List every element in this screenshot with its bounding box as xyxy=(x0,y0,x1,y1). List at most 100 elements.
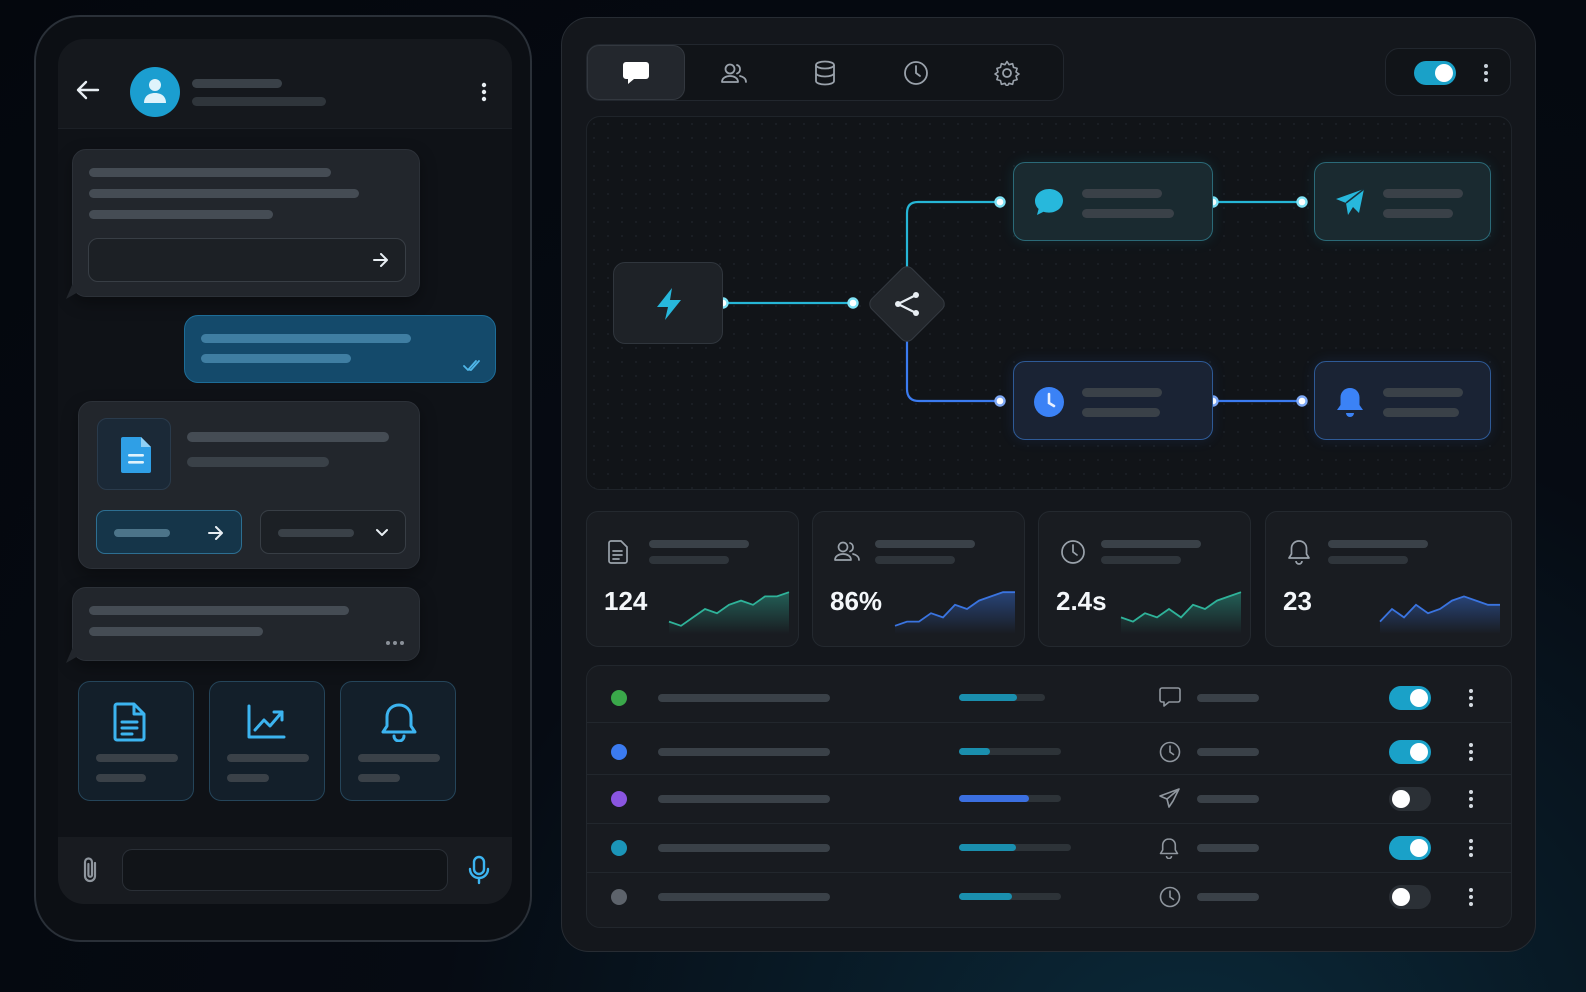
tile-sublabel xyxy=(96,774,146,782)
flow-node-message[interactable] xyxy=(1013,162,1213,241)
sparkline xyxy=(1379,595,1500,634)
database-icon xyxy=(814,60,836,86)
table-row[interactable] xyxy=(587,824,1511,873)
tab-chat[interactable] xyxy=(587,45,685,100)
stat-sublabel xyxy=(875,556,955,564)
open-file-button[interactable] xyxy=(96,510,242,554)
tab-history[interactable] xyxy=(867,45,965,100)
send-icon xyxy=(1334,187,1366,217)
arrow-left-icon[interactable] xyxy=(76,80,100,100)
reply-action-button[interactable] xyxy=(88,238,406,282)
kebab-icon[interactable] xyxy=(1468,688,1474,708)
row-toggle[interactable] xyxy=(1389,885,1431,909)
progress-track xyxy=(959,844,1071,851)
table-row[interactable] xyxy=(587,674,1511,723)
row-toggle[interactable] xyxy=(1389,787,1431,811)
kebab-icon[interactable] xyxy=(481,82,487,102)
node-subtitle xyxy=(1082,209,1174,218)
stat-value: 124 xyxy=(604,586,648,616)
node-subtitle xyxy=(1383,408,1459,417)
stat-card: 2.4s xyxy=(1038,511,1251,647)
sparkline-area xyxy=(895,592,1015,634)
kebab-icon[interactable] xyxy=(1468,789,1474,809)
message-input[interactable] xyxy=(122,849,448,891)
table-row[interactable] xyxy=(587,726,1511,775)
status-dot xyxy=(611,690,627,706)
quick-tile-alerts[interactable] xyxy=(340,681,456,801)
node-title xyxy=(1082,189,1162,198)
message-text-line xyxy=(89,606,349,615)
lightning-icon xyxy=(654,287,684,321)
avatar[interactable] xyxy=(130,67,180,117)
stat-value: 23 xyxy=(1283,586,1312,616)
flow-node-send[interactable] xyxy=(1314,162,1491,241)
file-size xyxy=(187,457,329,467)
toggle-knob xyxy=(1410,743,1428,761)
status-dot xyxy=(611,840,627,856)
clock-icon xyxy=(1060,539,1086,565)
row-meta xyxy=(1197,694,1259,702)
kebab-icon[interactable] xyxy=(1468,742,1474,762)
sparkline-area xyxy=(669,592,789,634)
message-text-line xyxy=(89,189,359,198)
node-title xyxy=(1383,189,1463,198)
stat-sublabel xyxy=(1328,556,1408,564)
row-meta xyxy=(1197,795,1259,803)
progress-fill xyxy=(959,748,990,755)
row-toggle[interactable] xyxy=(1389,686,1431,710)
kebab-icon[interactable] xyxy=(1468,838,1474,858)
chart-icon xyxy=(246,704,286,740)
mic-icon[interactable] xyxy=(468,855,490,885)
status-dot xyxy=(611,889,627,905)
quick-tile-documents[interactable] xyxy=(78,681,194,801)
send-icon xyxy=(1159,788,1181,808)
node-title xyxy=(1082,388,1162,397)
chat-icon xyxy=(1033,187,1065,217)
table-row[interactable] xyxy=(587,873,1511,922)
status-dot xyxy=(611,791,627,807)
document-icon xyxy=(113,702,147,742)
trigger-node[interactable] xyxy=(613,262,723,344)
row-toggle[interactable] xyxy=(1389,740,1431,764)
arrow-right-icon xyxy=(208,526,224,540)
kebab-icon[interactable] xyxy=(1483,63,1489,83)
message-text-line xyxy=(89,210,273,219)
toggle-knob xyxy=(1410,839,1428,857)
progress-track xyxy=(959,893,1061,900)
flow-node-notify[interactable] xyxy=(1314,361,1491,440)
chat-icon xyxy=(622,60,650,86)
toggle-knob xyxy=(1435,64,1453,82)
bell-icon xyxy=(380,702,418,742)
chat-screen xyxy=(58,39,512,904)
users-icon xyxy=(721,62,747,84)
stat-sublabel xyxy=(1101,556,1181,564)
flow-node-delay[interactable] xyxy=(1013,361,1213,440)
incoming-message xyxy=(72,587,420,661)
paperclip-icon[interactable] xyxy=(80,855,102,885)
quick-tile-analytics[interactable] xyxy=(209,681,325,801)
message-text-line xyxy=(201,334,411,343)
master-toggle[interactable] xyxy=(1414,61,1456,85)
incoming-message xyxy=(72,149,420,297)
tab-settings[interactable] xyxy=(958,45,1056,100)
tab-bar xyxy=(586,44,1064,101)
progress-track xyxy=(959,748,1061,755)
table-row[interactable] xyxy=(587,775,1511,824)
double-check-icon xyxy=(463,360,483,372)
composer-bar xyxy=(58,837,512,904)
tab-database[interactable] xyxy=(776,45,874,100)
contact-status xyxy=(192,97,326,106)
file-name xyxy=(187,432,389,442)
tile-label xyxy=(227,754,309,762)
file-options-dropdown[interactable] xyxy=(260,510,406,554)
tab-users[interactable] xyxy=(685,45,783,100)
progress-fill xyxy=(959,844,1017,851)
sparkline xyxy=(894,591,1015,634)
outgoing-message xyxy=(184,315,496,383)
tile-label xyxy=(96,754,178,762)
kebab-icon[interactable] xyxy=(1468,887,1474,907)
node-title xyxy=(1383,388,1463,397)
file-thumbnail[interactable] xyxy=(97,418,171,490)
row-toggle[interactable] xyxy=(1389,836,1431,860)
file-message xyxy=(78,401,420,569)
